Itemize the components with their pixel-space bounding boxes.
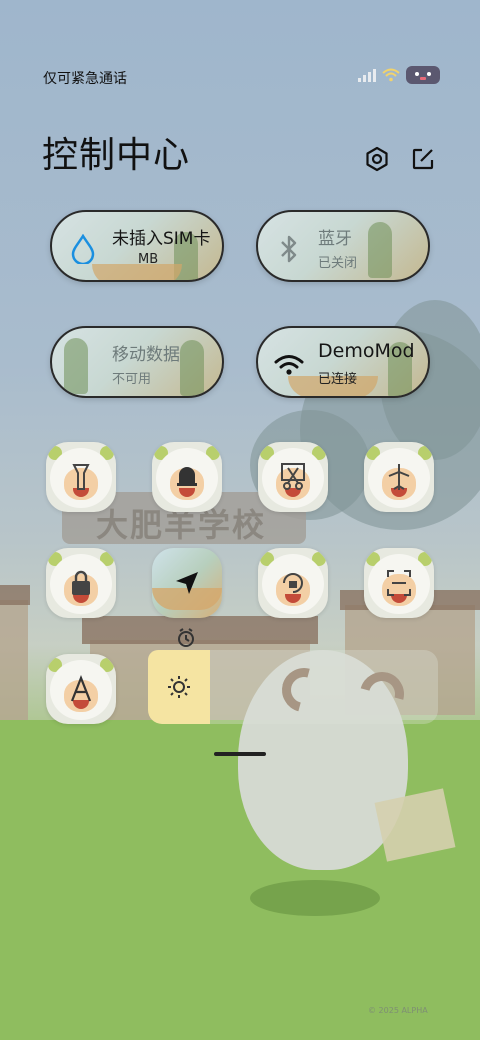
rotation-lock-icon	[279, 566, 307, 600]
edit-icon	[412, 148, 434, 170]
flashlight-icon	[67, 460, 95, 494]
status-bar: 仅可紧急通话	[0, 62, 480, 90]
toggle-screenshot[interactable]	[258, 442, 328, 512]
lock-icon	[67, 566, 95, 600]
toggle-lock[interactable]	[46, 548, 116, 618]
sheep-face-icon	[406, 66, 440, 84]
edit-button[interactable]	[408, 144, 438, 174]
tile-bluetooth[interactable]: 蓝牙 已关闭	[256, 210, 430, 282]
settings-button[interactable]	[362, 144, 392, 174]
mobile-data-icon	[66, 348, 100, 382]
toggle-scanner[interactable]	[364, 548, 434, 618]
location-arrow-icon	[173, 566, 201, 600]
wifi-icon	[272, 348, 306, 382]
tile-bluetooth-label: 蓝牙	[318, 229, 352, 249]
copyright-text: © 2025 ALPHA	[368, 1006, 428, 1015]
brightness-slider-track[interactable]	[210, 650, 438, 724]
tile-sim-sub: MB	[138, 252, 159, 267]
signal-icon	[358, 68, 376, 82]
bluetooth-icon	[272, 232, 306, 266]
tile-sim-label: 未插入SIM卡	[112, 229, 211, 249]
gear-icon	[366, 146, 388, 172]
status-icons	[358, 66, 440, 84]
font-icon	[67, 672, 95, 706]
clock-icon	[178, 628, 194, 647]
toggle-location[interactable]	[152, 548, 222, 618]
tile-mobile-data-label: 移动数据	[112, 345, 180, 365]
tile-wifi[interactable]: DemoMod 已连接	[256, 326, 430, 398]
sheep-shadow	[250, 880, 380, 916]
left-building	[0, 600, 28, 720]
airplane-icon	[385, 460, 413, 494]
bell-icon	[173, 460, 201, 494]
toggle-rotation-lock[interactable]	[258, 548, 328, 618]
water-drop-icon	[66, 232, 100, 266]
brightness-slider-fill[interactable]	[148, 650, 210, 724]
drag-handle[interactable]	[214, 752, 266, 756]
toggle-ringer[interactable]	[152, 442, 222, 512]
page-title: 控制中心	[42, 135, 191, 176]
tile-mobile-data[interactable]: 移动数据 不可用	[50, 326, 224, 398]
toggle-flashlight[interactable]	[46, 442, 116, 512]
scan-icon	[385, 566, 413, 600]
sun-icon	[168, 676, 190, 698]
tile-bluetooth-sub: 已关闭	[318, 256, 358, 271]
wifi-status-icon	[382, 68, 400, 82]
tile-mobile-data-sub: 不可用	[112, 372, 152, 387]
scissors-icon	[279, 460, 307, 494]
tile-wifi-label: DemoMod	[318, 340, 415, 362]
tile-wifi-sub: 已连接	[318, 372, 358, 387]
tile-sim-data[interactable]: 未插入SIM卡 MB	[50, 210, 224, 282]
toggle-font-size[interactable]	[46, 654, 116, 724]
carrier-text: 仅可紧急通话	[43, 71, 127, 87]
toggle-airplane[interactable]	[364, 442, 434, 512]
